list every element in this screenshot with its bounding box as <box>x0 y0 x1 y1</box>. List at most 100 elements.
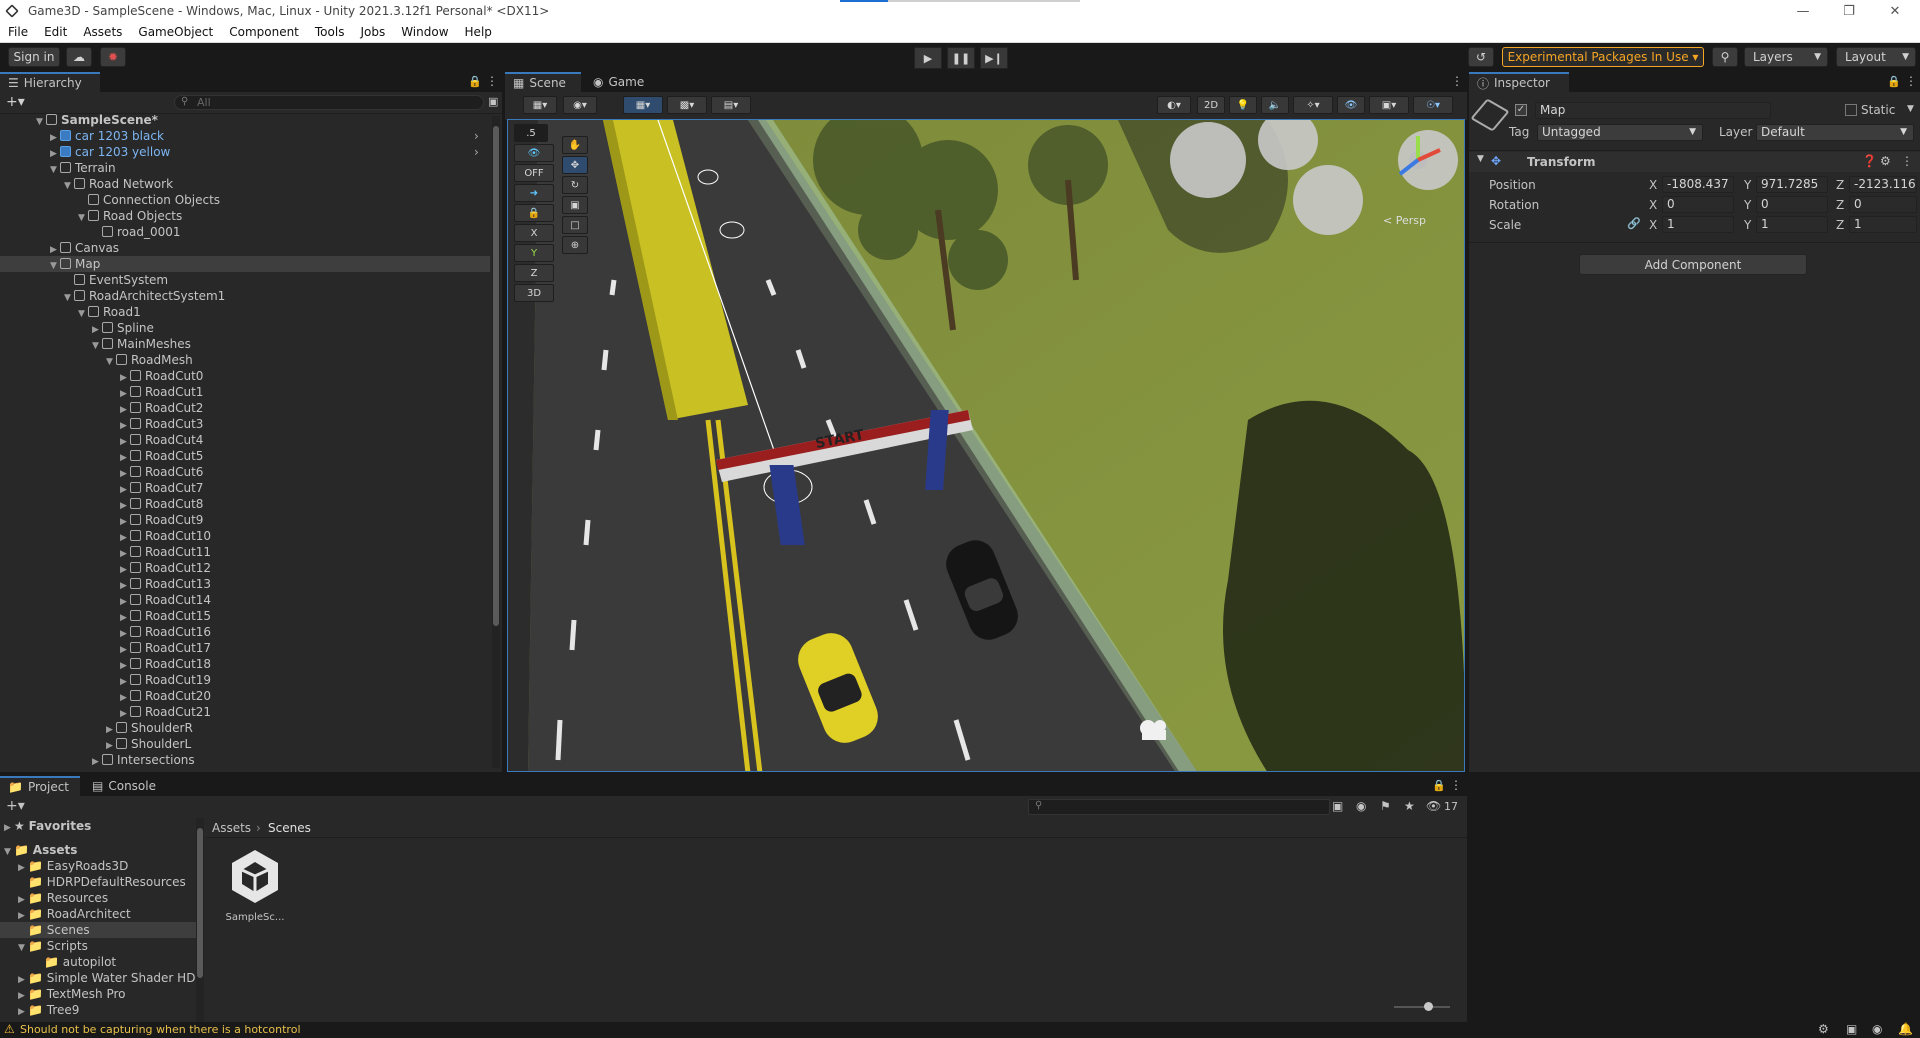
position-z-field[interactable]: -2123.116 <box>1849 176 1917 193</box>
hierarchy-item[interactable]: ▶ RoadCut7 <box>0 480 490 496</box>
hierarchy-item[interactable]: road_0001 <box>0 224 490 240</box>
notifications-icon[interactable]: 🔔 <box>1898 1022 1913 1036</box>
chevron-right-icon[interactable]: › <box>474 144 479 160</box>
folder-row[interactable]: ▶ 📁 TextMesh Pro <box>0 986 196 1002</box>
hierarchy-item[interactable]: ▶ RoadCut19 <box>0 672 490 688</box>
expand-arrow-icon[interactable]: ▶ <box>92 754 102 770</box>
static-checkbox[interactable] <box>1845 104 1857 116</box>
menu-window[interactable]: Window <box>393 25 456 39</box>
hierarchy-item[interactable]: ▼ Road Objects <box>0 208 490 224</box>
star-icon[interactable]: ★ <box>1404 799 1415 813</box>
pause-button[interactable]: ❚❚ <box>947 47 975 69</box>
hierarchy-item[interactable]: ▼ RoadMesh <box>0 352 490 368</box>
breadcrumb-scenes[interactable]: Scenes <box>268 821 311 835</box>
scroll-thumb[interactable] <box>197 828 203 978</box>
hierarchy-item[interactable]: ▶ RoadCut14 <box>0 592 490 608</box>
lock-icon[interactable]: 🔒 <box>1432 779 1446 792</box>
folder-row[interactable]: ▶ 📁 EasyRoads3D <box>0 858 196 874</box>
visibility-icon[interactable]: 👁 <box>514 144 554 162</box>
rect-tool-icon[interactable]: □ <box>562 216 588 234</box>
folder-row[interactable]: ▶ 📁 Simple Water Shader HDRP <box>0 970 196 986</box>
menu-component[interactable]: Component <box>221 25 307 39</box>
menu-jobs[interactable]: Jobs <box>352 25 393 39</box>
folder-row[interactable]: ▶ 📁 Resources <box>0 890 196 906</box>
breadcrumb-assets[interactable]: Assets <box>212 821 251 835</box>
snap-increment-icon[interactable]: ▩▾ <box>667 96 707 114</box>
axis-y-toggle[interactable]: Y <box>514 244 554 262</box>
link-icon[interactable]: 🔗 <box>1627 217 1641 230</box>
add-component-button[interactable]: Add Component <box>1579 254 1807 275</box>
active-checkbox[interactable]: ✓ <box>1515 104 1527 116</box>
folder-tree-scrollbar[interactable] <box>196 818 204 1022</box>
history-icon[interactable]: ↺ <box>1468 47 1494 67</box>
hierarchy-item[interactable]: ▼ Map <box>0 256 490 272</box>
hierarchy-item[interactable]: ▶ RoadCut4 <box>0 432 490 448</box>
hierarchy-item[interactable]: ▶ RoadCut3 <box>0 416 490 432</box>
hand-tool-icon[interactable]: ✋ <box>562 136 588 154</box>
draw-mode-icon[interactable]: ▦▾ <box>523 96 557 114</box>
cache-icon[interactable]: ▣ <box>1846 1022 1857 1036</box>
tab-inspector[interactable]: ⓘ Inspector <box>1469 72 1569 92</box>
add-icon[interactable]: +▾ <box>6 94 25 110</box>
hierarchy-item[interactable]: ▶ RoadCut15 <box>0 608 490 624</box>
hierarchy-item[interactable]: ▶ Spline <box>0 320 490 336</box>
hidden-objects-icon[interactable]: 👁 <box>1337 96 1365 114</box>
effects-icon[interactable]: ✧▾ <box>1293 96 1333 114</box>
rotation-y-field[interactable]: 0 <box>1756 196 1828 213</box>
layout-dropdown[interactable]: Layout ▼ <box>1836 47 1916 67</box>
orientation-gizmo[interactable] <box>1388 130 1448 190</box>
tab-project[interactable]: 📁 Project <box>0 776 80 796</box>
menu-help[interactable]: Help <box>457 25 500 39</box>
hidden-packages-icon[interactable]: 👁 <box>1426 799 1441 813</box>
hierarchy-item[interactable]: ▶ RoadCut5 <box>0 448 490 464</box>
orientation-icon[interactable]: ◐▾ <box>1157 96 1191 114</box>
menu-file[interactable]: File <box>0 25 36 39</box>
folder-row-selected[interactable]: 📁 Scenes <box>0 922 196 938</box>
hierarchy-item[interactable]: ▼ Road Network <box>0 176 490 192</box>
menu-edit[interactable]: Edit <box>36 25 75 39</box>
tab-scene[interactable]: ▦ Scene <box>505 72 581 92</box>
perspective-label[interactable]: < Persp <box>1383 214 1426 227</box>
folder-row[interactable]: 📁 HDRPDefaultResources <box>0 874 196 890</box>
rotation-z-field[interactable]: 0 <box>1849 196 1917 213</box>
hierarchy-item[interactable]: ▼ Road1 <box>0 304 490 320</box>
hierarchy-item[interactable]: ▶ RoadCut9 <box>0 512 490 528</box>
more-icon[interactable]: ⋮ <box>1905 74 1917 88</box>
folder-row[interactable]: 📁 autopilot <box>0 954 196 970</box>
gizmos-icon[interactable]: ☉▾ <box>1413 96 1453 114</box>
zoom-slider[interactable] <box>1394 1002 1450 1011</box>
play-button[interactable]: ▶ <box>914 47 942 69</box>
arrow-icon[interactable]: ➜ <box>514 184 554 202</box>
hierarchy-item[interactable]: ▶ RoadCut8 <box>0 496 490 512</box>
lock-icon[interactable]: 🔒 <box>514 204 554 222</box>
status-message[interactable]: Should not be capturing when there is a … <box>20 1023 301 1036</box>
tab-console[interactable]: ▤ Console <box>84 776 170 796</box>
folder-row[interactable]: ▶ 📁 RoadArchitect <box>0 906 196 922</box>
grid-snap-icon[interactable]: ▦▾ <box>623 96 663 114</box>
help-icon[interactable]: ❓ <box>1862 154 1877 168</box>
more-icon[interactable]: ⋮ <box>486 74 498 88</box>
hierarchy-search-input[interactable]: ⚲ All <box>174 95 484 110</box>
scale-x-field[interactable]: 1 <box>1662 216 1734 233</box>
tab-game[interactable]: ◉ Game <box>585 72 655 92</box>
tag-dropdown[interactable]: Untagged ▼ <box>1537 124 1703 141</box>
hierarchy-item[interactable]: ▶ RoadCut16 <box>0 624 490 640</box>
hierarchy-item[interactable]: ▶ RoadCut18 <box>0 656 490 672</box>
chevron-right-icon[interactable]: › <box>474 128 479 144</box>
assets-row[interactable]: ▼ 📁 Assets <box>0 842 196 858</box>
scale-tool-icon[interactable]: ▣ <box>562 196 588 214</box>
chevron-down-icon[interactable]: ▼ <box>1907 104 1914 114</box>
scale-y-field[interactable]: 1 <box>1756 216 1828 233</box>
minimize-icon[interactable]: — <box>1780 0 1826 22</box>
hierarchy-item[interactable]: ▶ Canvas <box>0 240 490 256</box>
hierarchy-item[interactable]: ▶ RoadCut0 <box>0 368 490 384</box>
hierarchy-item[interactable]: ▶ RoadCut11 <box>0 544 490 560</box>
favorites-row[interactable]: ▶ ★ Favorites <box>0 818 196 834</box>
hierarchy-item[interactable]: ▶ Intersections <box>0 752 490 768</box>
step-button[interactable]: ▶❙ <box>980 47 1008 69</box>
lock-icon[interactable]: 🔒 <box>1887 75 1901 88</box>
hierarchy-item[interactable]: ▼ RoadArchitectSystem1 <box>0 288 490 304</box>
scroll-thumb[interactable] <box>493 126 499 626</box>
folder-row[interactable]: ▼ 📁 Scripts <box>0 938 196 954</box>
hierarchy-item[interactable]: ▶ RoadCut2 <box>0 400 490 416</box>
